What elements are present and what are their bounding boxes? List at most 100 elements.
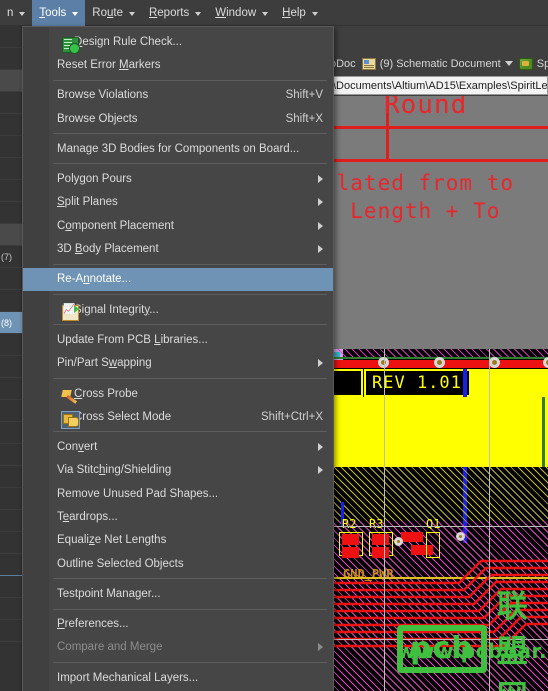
menu-item-import-mechanical-layers[interactable]: Import Mechanical Layers... (23, 666, 333, 689)
pcb-silk-box (331, 369, 363, 397)
left-panel-row[interactable] (0, 92, 22, 114)
menu-item-remove-unused-pad-shapes[interactable]: Remove Unused Pad Shapes... (23, 482, 333, 505)
menu-item-polygon-pours[interactable]: Polygon Pours (23, 167, 333, 190)
menu-separator (53, 608, 327, 610)
left-panel-row[interactable] (0, 488, 22, 510)
menu-item-preferences[interactable]: Preferences... (23, 613, 333, 636)
menubar-item-n[interactable]: n (0, 0, 32, 26)
submenu-arrow-icon (318, 221, 323, 230)
menu-item-label: Testpoint Manager... (57, 587, 161, 600)
chevron-down-icon (19, 11, 26, 16)
menubar-item-help[interactable]: Help (275, 0, 325, 26)
menu-item-signal-integrity[interactable]: Signal Integrity... (23, 298, 333, 322)
menu-item-equalize-net-lengths[interactable]: Equalize Net Lengths (23, 529, 333, 552)
watermark-url-text: www.pcbbar.com (397, 639, 548, 663)
left-panel-row[interactable] (0, 26, 22, 48)
submenu-arrow-icon (318, 359, 323, 368)
left-panel-row[interactable] (0, 48, 22, 70)
menu-item-reset-error-markers[interactable]: Reset Error Markers (23, 53, 333, 76)
left-panel-row[interactable] (0, 576, 22, 598)
menu-item-manage-3d-bodies-for-components-on-board[interactable]: Manage 3D Bodies for Components on Board… (23, 137, 333, 160)
menu-item-label: Component Placement (57, 219, 175, 232)
menu-item-cross-select-mode[interactable]: Cross Select Mode Shift+Ctrl+X (23, 405, 333, 430)
menu-item-cross-probe[interactable]: Cross Probe (23, 382, 333, 405)
document-tab-label: (9) Schematic Document (379, 57, 501, 70)
menu-separator (53, 662, 327, 664)
menu-item-label: Browse Objects (57, 112, 138, 125)
left-panel-row[interactable] (0, 224, 22, 246)
menu-bar[interactable]: n Tools Route Reports Window Help (0, 0, 548, 26)
menu-item-label: Manage 3D Bodies for Components on Board… (57, 142, 300, 155)
tools-dropdown-menu[interactable]: Design Rule Check... Reset Error Markers B… (22, 26, 334, 691)
menu-item-convert[interactable]: Convert (23, 435, 333, 458)
left-panel-row[interactable] (0, 356, 22, 378)
left-dock-panel[interactable]: (7) (8) (0, 26, 22, 691)
left-panel-row[interactable] (0, 180, 22, 202)
pcb-canvas[interactable]: REV 1.01 R2 R3 Q1 GND_PWR pcb 联盟 www.pcb… (331, 349, 548, 691)
menu-item-re-annotate[interactable]: Re-Annotate... (23, 267, 333, 291)
left-panel-row[interactable] (0, 202, 22, 224)
left-panel-row[interactable] (0, 290, 22, 312)
menu-item-label: Outline Selected Objects (57, 557, 184, 570)
left-panel-row[interactable]: (8) (0, 312, 22, 334)
menu-item-pin-part-swapping[interactable]: Pin/Part Swapping (23, 352, 333, 375)
menu-item-split-planes[interactable]: Split Planes (23, 191, 333, 214)
menu-item-label: Polygon Pours (57, 173, 132, 186)
left-panel-row[interactable] (0, 158, 22, 180)
document-tab[interactable]: Spir (518, 57, 548, 70)
menu-item-outline-selected-objects[interactable]: Outline Selected Objects (23, 552, 333, 575)
pcb-copper-fill (331, 397, 471, 467)
menu-item-component-placement[interactable]: Component Placement (23, 214, 333, 237)
menu-item-shortcut: Shift+V (285, 89, 323, 102)
left-panel-row[interactable] (0, 70, 22, 92)
menubar-item-reports[interactable]: Reports (142, 0, 208, 26)
application-window: (7)(8) oDoc(9) Schematic DocumentSpir \D… (0, 0, 548, 691)
left-panel-row[interactable] (0, 598, 22, 620)
left-panel-row[interactable] (0, 466, 22, 488)
document-tab[interactable]: (9) Schematic Document (361, 57, 513, 70)
left-panel-row[interactable] (0, 334, 22, 356)
menu-item-browse-violations[interactable]: Browse Violations Shift+V (23, 84, 333, 107)
menubar-item-route[interactable]: Route (85, 0, 142, 26)
left-panel-row[interactable] (0, 378, 22, 400)
left-panel-row[interactable] (0, 620, 22, 642)
watermark-url: www.pcbbar.com (397, 639, 548, 663)
watermark-chinese-text: 联盟网 (496, 589, 531, 691)
left-panel-row[interactable] (0, 268, 22, 290)
left-panel-row[interactable] (0, 114, 22, 136)
left-panel-row[interactable]: (7) (0, 246, 22, 268)
left-panel-row[interactable] (0, 422, 22, 444)
left-panel-row[interactable] (0, 444, 22, 466)
menu-item-update-from-pcb-libraries[interactable]: Update From PCB Libraries... (23, 328, 333, 351)
menu-item-label: Design Rule Check... (74, 35, 183, 48)
menubar-item-window[interactable]: Window (208, 0, 275, 26)
schematic-canvas[interactable]: Round ulated from to h Length + To (331, 96, 548, 349)
menu-item-3d-body-placement[interactable]: 3D Body Placement (23, 237, 333, 260)
left-panel-row[interactable] (0, 554, 22, 576)
submenu-arrow-icon (318, 643, 323, 652)
menu-item-via-stitching-shielding[interactable]: Via Stitching/Shielding (23, 459, 333, 482)
menu-item-browse-objects[interactable]: Browse Objects Shift+X (23, 107, 333, 130)
menu-item-label: Compare and Merge (57, 641, 163, 654)
menu-separator (53, 133, 327, 135)
submenu-arrow-icon (318, 175, 323, 184)
pcb-document-icon (518, 57, 533, 70)
menubar-item-tools[interactable]: Tools (32, 0, 86, 26)
document-path-bar[interactable]: \Documents\Altium\AD15\Examples\SpiritLe (330, 76, 548, 95)
menu-separator (53, 431, 327, 433)
left-panel-row[interactable] (0, 400, 22, 422)
left-panel-row[interactable] (0, 510, 22, 532)
document-tab-strip[interactable]: oDoc(9) Schematic DocumentSpir (330, 52, 548, 75)
menu-item-testpoint-manager[interactable]: Testpoint Manager... (23, 582, 333, 605)
menubar-item-label: Help (282, 6, 306, 19)
left-panel-row[interactable] (0, 136, 22, 158)
pcb-rev-label: REV 1.01 (372, 373, 462, 393)
menu-separator (53, 293, 327, 295)
pcb-grid-line (331, 526, 548, 527)
menu-item-teardrops[interactable]: Teardrops... (23, 505, 333, 528)
menu-item-design-rule-check[interactable]: Design Rule Check... (23, 30, 333, 55)
menu-separator (53, 578, 327, 580)
left-panel-row[interactable] (0, 532, 22, 554)
pcb-designator: R2 (342, 517, 357, 531)
chevron-down-icon[interactable] (504, 61, 513, 66)
